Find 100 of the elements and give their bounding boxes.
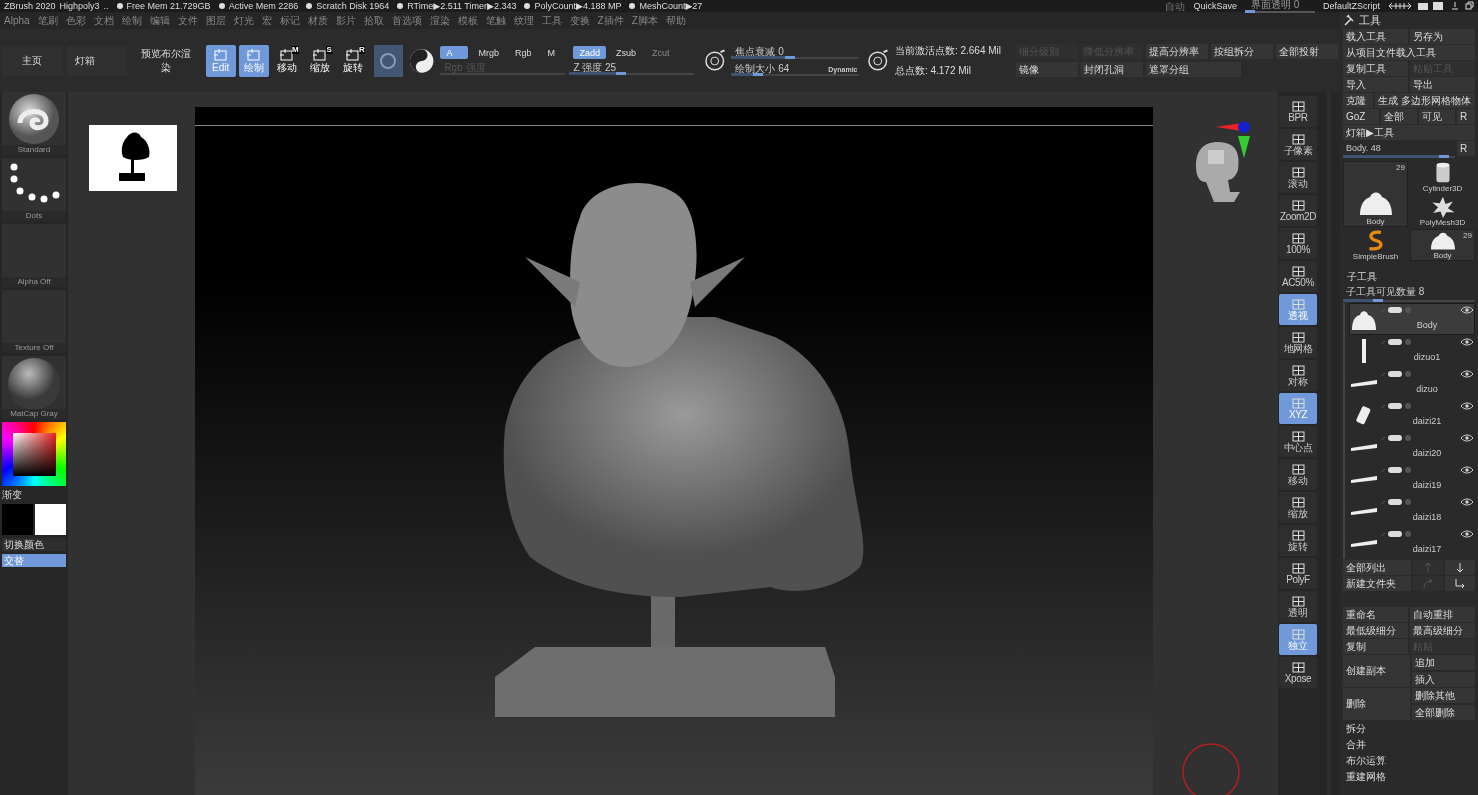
section-header[interactable]: 合并 bbox=[1343, 737, 1475, 752]
section-header[interactable]: 重建网格 bbox=[1343, 769, 1475, 784]
mode-button[interactable]: M 移动 bbox=[271, 44, 302, 77]
eye-icon[interactable] bbox=[1460, 434, 1474, 442]
yin-yang-sphere-icon[interactable] bbox=[409, 47, 435, 74]
menu-item[interactable]: 标记 bbox=[279, 13, 300, 28]
layout-arrows-icon[interactable] bbox=[1388, 1, 1412, 11]
menu-item[interactable]: Alpha bbox=[4, 15, 30, 26]
tool-button[interactable]: 复制工具 bbox=[1343, 61, 1408, 76]
view-tool-button[interactable]: 对称 bbox=[1279, 360, 1317, 391]
menu-item[interactable]: 材质 bbox=[307, 13, 328, 28]
eye-icon[interactable] bbox=[1460, 530, 1474, 538]
menu-item[interactable]: 图层 bbox=[205, 13, 226, 28]
subtool-action-button[interactable]: 删除其他 bbox=[1411, 688, 1475, 703]
tool-slider[interactable]: Body. 48 bbox=[1343, 141, 1455, 158]
material-tile[interactable]: MatCap Gray bbox=[2, 356, 66, 419]
tool-button[interactable]: 导出 bbox=[1410, 77, 1475, 92]
tool-button[interactable]: 全部 bbox=[1381, 109, 1417, 124]
view-tool-button[interactable]: Zoom2D bbox=[1279, 195, 1317, 226]
mode-button[interactable]: R 旋转 bbox=[337, 44, 368, 77]
focal-shift-slider[interactable]: 焦点衰减 0 bbox=[731, 45, 860, 59]
menu-item[interactable]: 灯光 bbox=[233, 13, 254, 28]
channel-toggle[interactable]: M bbox=[541, 46, 570, 59]
menu-item[interactable]: 变换 bbox=[569, 13, 590, 28]
stroke-s-icon[interactable] bbox=[704, 48, 728, 73]
subtool-action-button[interactable]: 复制 bbox=[1343, 639, 1408, 654]
view-tool-button[interactable]: 地网格 bbox=[1279, 327, 1317, 358]
geometry-button[interactable]: 镜像 bbox=[1016, 62, 1078, 77]
subtool-action-button[interactable]: 删除 bbox=[1343, 688, 1410, 720]
eye-icon[interactable] bbox=[1460, 338, 1474, 346]
eye-icon[interactable] bbox=[1460, 466, 1474, 474]
secondary-color-swatch[interactable] bbox=[35, 504, 66, 535]
subtool-action-button[interactable]: 追加 bbox=[1411, 655, 1475, 670]
view-tool-button[interactable]: 移动 bbox=[1279, 459, 1317, 490]
color-picker[interactable] bbox=[2, 422, 66, 486]
tool-button[interactable]: GoZ bbox=[1343, 109, 1379, 124]
transparency-slider[interactable]: 界面透明 0 bbox=[1244, 0, 1315, 13]
tool-button[interactable]: 可见 bbox=[1419, 109, 1455, 124]
view-tool-button[interactable]: 旋转 bbox=[1279, 525, 1317, 556]
primary-color-swatch[interactable] bbox=[2, 504, 33, 535]
tool-button[interactable]: 载入工具 bbox=[1343, 29, 1408, 44]
tool-thumbnail[interactable]: SimpleBrush bbox=[1343, 229, 1408, 261]
channel-toggle[interactable]: Mrgb bbox=[472, 46, 505, 59]
subtool-row[interactable]: Body bbox=[1349, 303, 1475, 335]
minimize-icon[interactable] bbox=[1450, 1, 1460, 11]
menu-item[interactable]: 笔刷 bbox=[37, 13, 58, 28]
tool-button[interactable]: 从项目文件载入工具 bbox=[1343, 45, 1475, 60]
subtool-action-button[interactable]: 自动重排 bbox=[1410, 607, 1475, 622]
ring-button[interactable] bbox=[373, 44, 403, 77]
view-tool-button[interactable]: 缩放 bbox=[1279, 492, 1317, 523]
tool-button[interactable]: 生成 多边形网格物体 bbox=[1375, 93, 1475, 108]
view-tool-button[interactable]: 透明 bbox=[1279, 591, 1317, 622]
eye-icon[interactable] bbox=[1460, 402, 1474, 410]
nav-button[interactable]: 灯箱 bbox=[66, 45, 128, 76]
menu-item[interactable]: 影片 bbox=[335, 13, 356, 28]
menu-item[interactable]: 纹理 bbox=[513, 13, 534, 28]
subtool-row[interactable]: daizi17 bbox=[1349, 527, 1475, 559]
eye-icon[interactable] bbox=[1460, 498, 1474, 506]
nav-button[interactable]: 主页 bbox=[2, 45, 63, 76]
eye-icon[interactable] bbox=[1460, 306, 1474, 314]
switch-color-button[interactable]: 切换颜色 bbox=[2, 538, 66, 551]
tool-button[interactable]: 导入 bbox=[1343, 77, 1408, 92]
geometry-button[interactable]: 封闭孔洞 bbox=[1081, 62, 1143, 77]
tool-thumbnail[interactable]: 29 Body bbox=[1410, 229, 1475, 261]
silhouette-thumbnail[interactable] bbox=[88, 125, 177, 191]
menu-item[interactable]: 笔触 bbox=[485, 13, 506, 28]
menu-item[interactable]: 绘制 bbox=[121, 13, 142, 28]
texture-tile[interactable]: Texture Off bbox=[2, 290, 66, 353]
menu-item[interactable]: 文件 bbox=[177, 13, 198, 28]
subtool-action-button[interactable]: 全部删除 bbox=[1411, 705, 1475, 720]
section-header[interactable]: 拆分 bbox=[1343, 721, 1475, 736]
depth-toggle[interactable]: Zsub bbox=[609, 46, 642, 59]
section-header[interactable]: 布尔运算 bbox=[1343, 753, 1475, 768]
restore-icon[interactable] bbox=[1464, 1, 1474, 11]
menu-item[interactable]: Z脚本 bbox=[631, 13, 658, 28]
z-intensity-slider[interactable]: Z 强度 25 bbox=[569, 62, 695, 75]
subtool-action-button[interactable]: 最低级细分 bbox=[1343, 623, 1408, 638]
menu-item[interactable]: 编辑 bbox=[149, 13, 170, 28]
tool-button[interactable]: 灯箱▶工具 bbox=[1343, 125, 1475, 140]
preview-link[interactable]: 预览布尔渲染 bbox=[131, 46, 202, 75]
brush-tile[interactable]: Standard bbox=[2, 92, 66, 155]
stroke-d-icon[interactable] bbox=[867, 48, 891, 73]
subtool-action-button[interactable]: 最高级细分 bbox=[1410, 623, 1475, 638]
list-all-button[interactable]: 全部列出 bbox=[1343, 560, 1411, 575]
channel-toggle[interactable]: Rgb bbox=[508, 46, 538, 59]
menu-item[interactable]: 渲染 bbox=[429, 13, 450, 28]
tool-thumbnail[interactable]: Cylinder3D bbox=[1410, 161, 1475, 193]
view-tool-button[interactable]: PolyF bbox=[1279, 558, 1317, 589]
subtool-row[interactable]: daizi21 bbox=[1349, 399, 1475, 431]
subtool-row[interactable]: daizi19 bbox=[1349, 463, 1475, 495]
view-tool-button[interactable]: 子像素 bbox=[1279, 129, 1317, 160]
subtool-action-button[interactable]: 重命名 bbox=[1343, 607, 1408, 622]
window-icons-icon[interactable] bbox=[1416, 1, 1446, 11]
menu-item[interactable]: 帮助 bbox=[665, 13, 686, 28]
view-tool-button[interactable]: BPR bbox=[1279, 96, 1317, 127]
view-tool-button[interactable]: AC50% bbox=[1279, 261, 1317, 292]
menu-item[interactable]: 拾取 bbox=[363, 13, 384, 28]
subtool-action-button[interactable]: 插入 bbox=[1411, 672, 1475, 687]
subtool-row[interactable]: daizi20 bbox=[1349, 431, 1475, 463]
geometry-button[interactable]: 遮罩分组 bbox=[1146, 62, 1241, 77]
